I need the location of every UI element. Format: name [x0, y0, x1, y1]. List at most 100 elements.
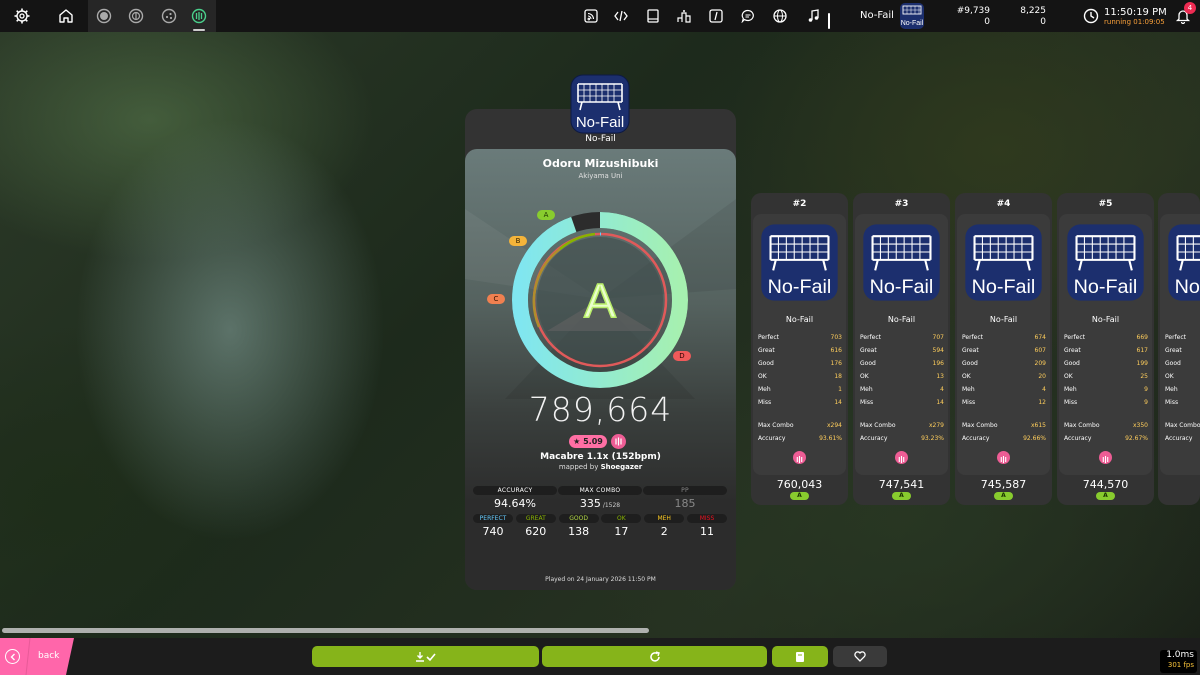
card-stat-label: Perfect	[860, 334, 882, 341]
card-stat-value: 703	[830, 334, 842, 341]
gear-icon[interactable]	[11, 5, 33, 27]
horizontal-scrollbar[interactable]	[2, 628, 649, 633]
no-fail-mod-icon[interactable]: No-Fail	[760, 223, 839, 302]
played-on-date: Played on 24 January 2026 11:50 PM	[545, 576, 656, 583]
mania-ruleset-icon	[793, 451, 806, 464]
heart-icon	[854, 651, 866, 662]
card-max-combo-value: x279	[928, 422, 944, 429]
no-fail-mod-icon[interactable]: No-Fail	[862, 223, 941, 302]
card-accuracy-label: Accuracy	[758, 435, 786, 442]
rank-letter: A	[584, 275, 616, 328]
card-stat-label: OK	[1064, 372, 1073, 380]
card-max-combo-row: Max Combo x294	[758, 422, 842, 432]
rank-marker-d: D	[673, 351, 691, 361]
max-combo-header: MAX COMBO	[558, 486, 642, 495]
card-stat-value: 18	[834, 372, 842, 380]
judgement-label-great: GREAT	[515, 514, 556, 523]
news-icon[interactable]	[580, 5, 602, 27]
card-stat-row: Meh	[1165, 386, 1200, 396]
judgement-value-good: 138	[568, 525, 590, 538]
card-stat-row: OK 13	[860, 373, 944, 383]
clock-time[interactable]: 11:50:19 PM	[1104, 7, 1167, 18]
beatmap-listing-icon[interactable]	[705, 5, 727, 27]
card-accuracy-row: Accuracy 92.66%	[962, 435, 1046, 445]
card-accuracy-row: Accuracy 92.67%	[1064, 435, 1148, 445]
no-fail-mod-icon[interactable]: No-Fail	[570, 74, 630, 134]
no-fail-mod-icon[interactable]: No-Fail	[964, 223, 1043, 302]
retry-button[interactable]	[542, 646, 767, 667]
toolbar: No-Fail No-Fail #9,739 0 8,225 0 11:50:1…	[0, 0, 1200, 32]
rank-marker-a: A	[537, 210, 555, 220]
card-accuracy-label: Accuracy	[1165, 435, 1193, 442]
chevron-left-icon	[5, 649, 20, 664]
svg-text:No-Fail: No-Fail	[768, 276, 832, 298]
card-accuracy-value: 93.61%	[819, 435, 842, 442]
card-stat-value: 617	[1136, 346, 1148, 354]
judgement-label-ok: OK	[601, 514, 642, 523]
chat-icon[interactable]	[737, 5, 759, 27]
card-rank-badge: A	[994, 492, 1013, 500]
export-replay-button[interactable]	[312, 646, 539, 667]
card-score: 747,541	[878, 478, 925, 491]
changelog-icon[interactable]	[610, 5, 632, 27]
beatmap-info-button[interactable]	[772, 646, 828, 667]
mania-ruleset-icon[interactable]	[188, 5, 210, 27]
card-mod-label: No-Fail	[785, 315, 814, 324]
taiko-ruleset-icon[interactable]	[125, 5, 147, 27]
card-stat-label: Miss	[758, 398, 772, 406]
favourite-button[interactable]	[833, 646, 887, 667]
accuracy-rank-circle: A	[505, 205, 695, 395]
osu-ruleset-icon[interactable]	[93, 5, 115, 27]
mania-ruleset-icon	[611, 434, 626, 449]
back-button[interactable]: back	[0, 638, 74, 675]
card-stat-label: Miss	[1165, 398, 1179, 406]
card-stat-row: Perfect	[1165, 334, 1200, 344]
home-icon[interactable]	[55, 5, 77, 27]
card-stat-value: 594	[932, 346, 944, 354]
leaderboard-card[interactable]: No-Fail No Perfect Great Good OK Meh Miss Max Co…	[1158, 193, 1200, 505]
mapper-name: Shoegazer	[600, 463, 643, 471]
music-icon[interactable]	[803, 5, 825, 27]
card-mod-label: No-Fail	[1091, 315, 1120, 324]
card-score: 744,570	[1082, 478, 1129, 491]
card-stat-row: OK 18	[758, 373, 842, 383]
leaderboard-card[interactable]: #5 No-Fail No-Fail Perfect 669 Great 617 Good 19…	[1057, 193, 1154, 505]
main-mod-label: No-Fail	[585, 134, 616, 144]
card-stat-label: Miss	[962, 398, 976, 406]
frame-time: 1.0ms	[1166, 650, 1194, 660]
card-accuracy-row: Accuracy	[1165, 435, 1200, 445]
wiki-icon[interactable]	[642, 5, 664, 27]
card-max-combo-value: x615	[1030, 422, 1046, 429]
rankings-icon[interactable]	[673, 5, 695, 27]
judgement-value-miss: 11	[700, 525, 714, 538]
card-position: #2	[792, 199, 807, 209]
card-stat-value: 607	[1034, 346, 1046, 354]
leaderboard-card[interactable]: #4 No-Fail No-Fail Perfect 674 Great 607 Good 20…	[955, 193, 1052, 505]
card-stat-row: Great 616	[758, 347, 842, 357]
leaderboard-card[interactable]: #2 No-Fail No-Fail Perfect 703 Great 616 Good 17…	[751, 193, 848, 505]
accuracy-header: ACCURACY	[473, 486, 557, 495]
card-stat-value: 9	[1144, 398, 1148, 406]
card-score: 760,043	[776, 478, 823, 491]
retry-icon	[649, 650, 660, 662]
fps-counter: 1.0ms 301 fps	[1160, 650, 1197, 673]
card-stat-value: 209	[1034, 359, 1046, 367]
performance-points: 8,225 0	[1020, 6, 1046, 27]
no-fail-mod-icon[interactable]: No-Fail	[1066, 223, 1145, 302]
leaderboard-card[interactable]: #3 No-Fail No-Fail Perfect 707 Great 594 Good 19…	[853, 193, 950, 505]
no-fail-mod-icon[interactable]: No-Fail	[900, 3, 924, 29]
card-accuracy-value: 92.66%	[1023, 435, 1046, 442]
card-stat-row: Great	[1165, 347, 1200, 357]
no-fail-mod-icon[interactable]: No-Fail	[1167, 223, 1200, 302]
card-stat-value: 14	[834, 398, 842, 406]
card-position: #3	[894, 199, 909, 209]
catch-ruleset-icon[interactable]	[158, 5, 180, 27]
card-max-combo-row: Max Combo x279	[860, 422, 944, 432]
card-max-combo-row: Max Combo x615	[962, 422, 1046, 432]
svg-text:No-Fail: No-Fail	[576, 114, 624, 131]
toolbar-mod-label[interactable]: No-Fail	[860, 10, 894, 21]
card-accuracy-value: 92.67%	[1125, 435, 1148, 442]
clock-icon[interactable]	[1080, 5, 1102, 27]
social-icon[interactable]	[769, 5, 791, 27]
card-stat-label: Great	[758, 346, 775, 354]
